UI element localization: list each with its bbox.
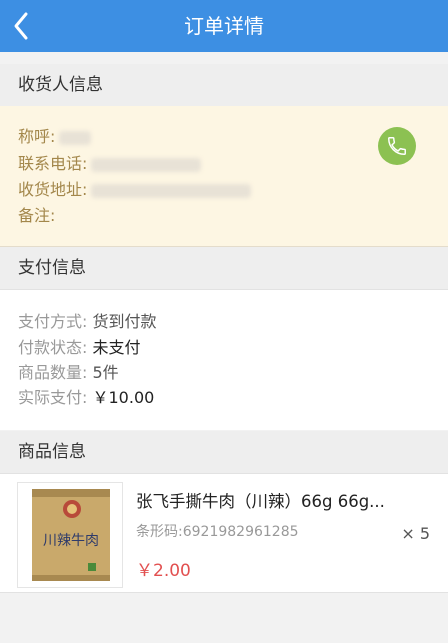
page-title: 订单详情 — [184, 14, 264, 38]
header-gap — [0, 52, 448, 64]
actual-paid-label: 实际支付: — [18, 388, 88, 407]
actual-paid-value: ￥10.00 — [92, 388, 155, 407]
receiver-note-row: 备注: — [18, 203, 55, 229]
product-price: ￥2.00 — [136, 561, 191, 581]
receiver-section-title: 收货人信息 — [18, 75, 103, 95]
receiver-address-row: 收货地址: — [18, 177, 252, 203]
package-text: 川辣牛肉 — [43, 533, 99, 549]
phone-icon — [388, 137, 406, 155]
call-button[interactable] — [378, 127, 416, 165]
payment-method-row: 支付方式: 货到付款 — [18, 309, 157, 335]
payment-section-header: 支付信息 — [0, 247, 448, 290]
payment-info-panel: 支付方式: 货到付款 付款状态: 未支付 商品数量: 5件 实际支付: ￥10.… — [0, 290, 448, 430]
product-image[interactable]: 川辣牛肉 — [17, 482, 123, 588]
address-label: 收货地址: — [18, 180, 88, 199]
item-count-label: 商品数量: — [18, 363, 88, 382]
payment-status-row: 付款状态: 未支付 — [18, 335, 141, 361]
product-quantity: × 5 — [401, 524, 430, 543]
top-bar: 订单详情 — [0, 0, 448, 52]
payment-section-title: 支付信息 — [18, 258, 86, 278]
phone-redacted — [91, 157, 202, 172]
receiver-info-panel: 称呼: 联系电话: 收货地址: 备注: — [0, 106, 448, 247]
item-count-row: 商品数量: 5件 — [18, 360, 119, 386]
goods-section-title: 商品信息 — [18, 442, 86, 462]
goods-section-header: 商品信息 — [0, 431, 448, 474]
product-name: 张飞手撕牛肉（川辣）66g 66g... — [136, 492, 385, 511]
note-label: 备注: — [18, 206, 56, 225]
payment-method-label: 支付方式: — [18, 312, 88, 331]
actual-paid-row: 实际支付: ￥10.00 — [18, 385, 154, 411]
receiver-phone-row: 联系电话: — [18, 151, 202, 177]
receiver-name-row: 称呼: — [18, 124, 92, 150]
address-redacted — [91, 183, 252, 198]
item-count-value: 5件 — [92, 363, 119, 382]
name-redacted — [59, 130, 92, 145]
name-label: 称呼: — [18, 127, 56, 146]
payment-status-label: 付款状态: — [18, 338, 88, 357]
product-barcode: 条形码:6921982961285 — [136, 524, 299, 540]
payment-method-value: 货到付款 — [92, 312, 157, 331]
goods-item-row[interactable]: 川辣牛肉 张飞手撕牛肉（川辣）66g 66g... 条形码:6921982961… — [0, 474, 448, 593]
payment-status-value: 未支付 — [92, 338, 141, 357]
phone-label: 联系电话: — [18, 154, 88, 173]
receiver-section-header: 收货人信息 — [0, 64, 448, 107]
